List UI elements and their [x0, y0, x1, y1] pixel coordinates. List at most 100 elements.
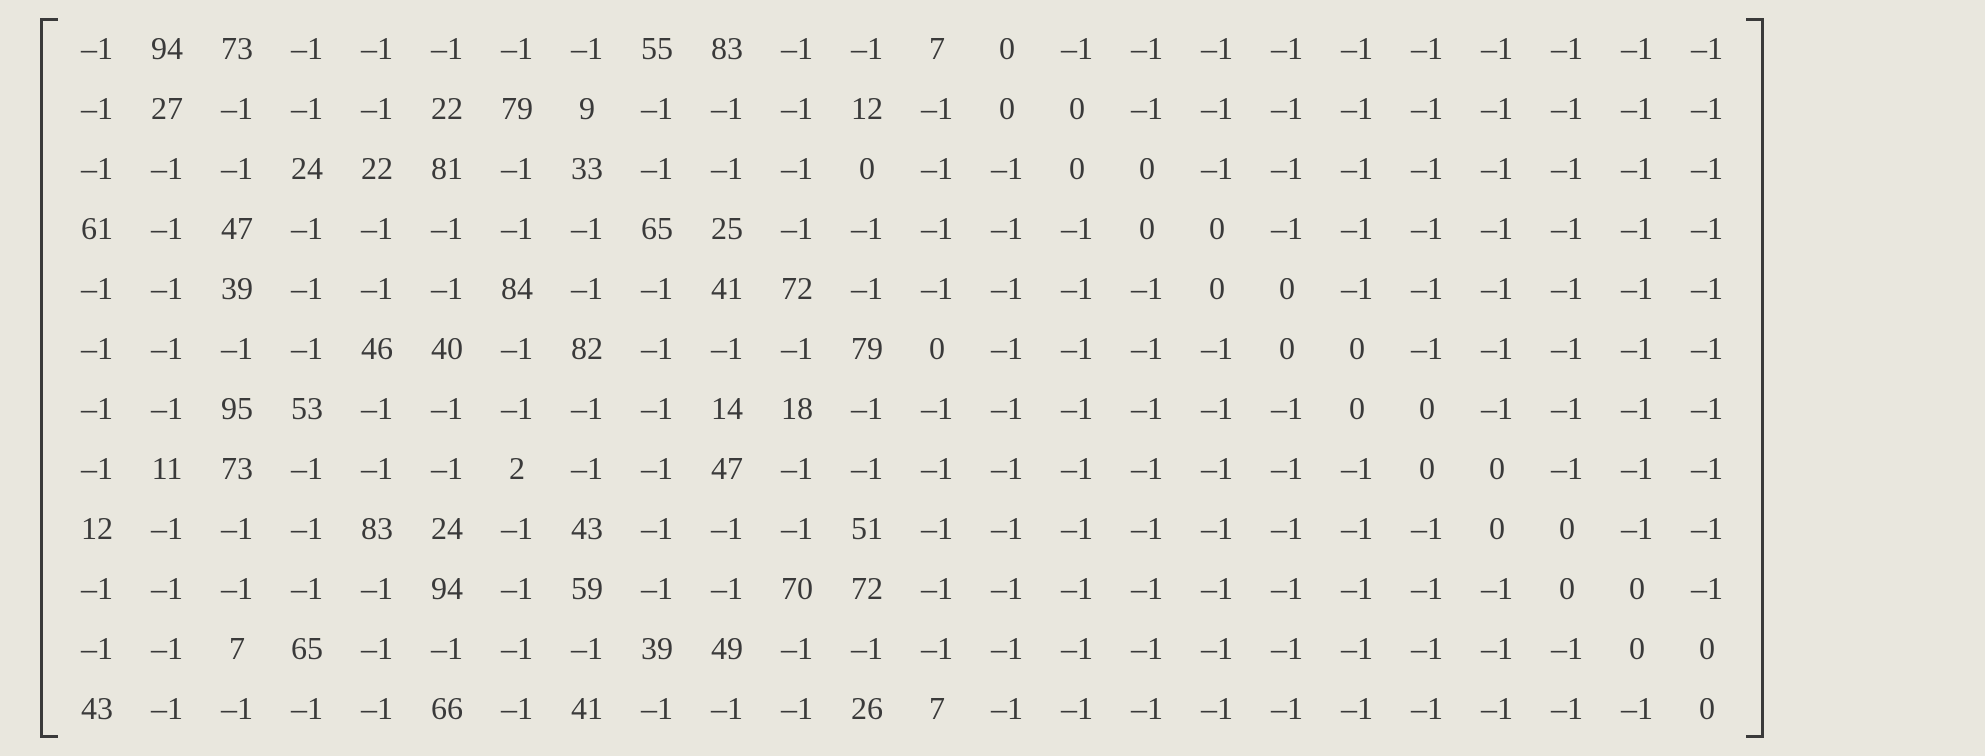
matrix-cell: 7 — [202, 618, 272, 678]
matrix-cell: 70 — [762, 558, 832, 618]
matrix-cell: 0 — [1392, 378, 1462, 438]
matrix-cell: 22 — [342, 138, 412, 198]
matrix-cell: –1 — [1672, 18, 1742, 78]
matrix-cell: –1 — [1112, 18, 1182, 78]
matrix-cell: –1 — [202, 138, 272, 198]
matrix-cell: –1 — [342, 78, 412, 138]
matrix-cell: –1 — [1462, 18, 1532, 78]
matrix-cell: 53 — [272, 378, 342, 438]
matrix-cell: –1 — [1252, 138, 1322, 198]
matrix-cell: –1 — [272, 18, 342, 78]
matrix-row: –1–1–1242281–133–1–1–10–1–100–1–1–1–1–1–… — [62, 138, 1742, 198]
matrix-cell: –1 — [62, 618, 132, 678]
matrix-cell: 61 — [62, 198, 132, 258]
matrix-row: –127–1–1–122799–1–1–112–100–1–1–1–1–1–1–… — [62, 78, 1742, 138]
matrix-cell: –1 — [1322, 558, 1392, 618]
matrix-cell: –1 — [762, 138, 832, 198]
matrix-cell: 47 — [202, 198, 272, 258]
matrix-cell: –1 — [62, 558, 132, 618]
matrix-cell: –1 — [972, 618, 1042, 678]
matrix-cell: –1 — [1672, 78, 1742, 138]
matrix-cell: –1 — [1252, 618, 1322, 678]
matrix-cell: –1 — [1602, 78, 1672, 138]
matrix-cell: 26 — [832, 678, 902, 738]
matrix-cell: –1 — [1042, 318, 1112, 378]
matrix-cell: –1 — [482, 618, 552, 678]
matrix-cell: 0 — [902, 318, 972, 378]
matrix-cell: 94 — [412, 558, 482, 618]
matrix-cell: 0 — [1602, 558, 1672, 618]
matrix-cell: –1 — [1112, 558, 1182, 618]
matrix-cell: –1 — [552, 438, 622, 498]
matrix-cell: 65 — [272, 618, 342, 678]
matrix-cell: –1 — [62, 258, 132, 318]
matrix-cell: 0 — [972, 78, 1042, 138]
matrix-cell: –1 — [1532, 618, 1602, 678]
matrix-cell: –1 — [1532, 198, 1602, 258]
matrix-cell: –1 — [1252, 198, 1322, 258]
matrix-cell: 0 — [1672, 678, 1742, 738]
matrix-cell: 40 — [412, 318, 482, 378]
matrix-cell: –1 — [412, 198, 482, 258]
matrix-cell: 0 — [1042, 138, 1112, 198]
matrix-cell: –1 — [272, 498, 342, 558]
matrix-cell: –1 — [692, 138, 762, 198]
matrix-cell: 25 — [692, 198, 762, 258]
matrix-cell: –1 — [1392, 78, 1462, 138]
matrix-cell: –1 — [1112, 378, 1182, 438]
matrix-cell: 49 — [692, 618, 762, 678]
matrix-cell: –1 — [482, 498, 552, 558]
matrix-cell: –1 — [1322, 258, 1392, 318]
matrix-cell: –1 — [1602, 18, 1672, 78]
left-bracket-icon — [40, 18, 62, 738]
matrix-cell: 83 — [342, 498, 412, 558]
matrix-cell: –1 — [1462, 678, 1532, 738]
matrix-cell: –1 — [132, 558, 202, 618]
matrix-cell: –1 — [622, 498, 692, 558]
matrix-cell: –1 — [762, 438, 832, 498]
matrix-cell: –1 — [62, 138, 132, 198]
matrix-cell: –1 — [1042, 378, 1112, 438]
matrix-cell: 14 — [692, 378, 762, 438]
matrix-cell: 0 — [832, 138, 902, 198]
matrix-cell: –1 — [902, 378, 972, 438]
matrix-cell: –1 — [1462, 78, 1532, 138]
matrix-cell: –1 — [1462, 618, 1532, 678]
matrix-cell: –1 — [1322, 18, 1392, 78]
matrix-cell: 79 — [482, 78, 552, 138]
matrix-cell: –1 — [1252, 18, 1322, 78]
matrix-cell: –1 — [342, 378, 412, 438]
matrix-cell: –1 — [832, 18, 902, 78]
matrix-cell: –1 — [1322, 438, 1392, 498]
matrix-cell: –1 — [132, 138, 202, 198]
matrix: –19473–1–1–1–1–15583–1–170–1–1–1–1–1–1–1… — [40, 18, 1985, 738]
matrix-cell: –1 — [342, 618, 412, 678]
matrix-cell: –1 — [1252, 678, 1322, 738]
matrix-cell: –1 — [1182, 558, 1252, 618]
matrix-cell: 18 — [762, 378, 832, 438]
matrix-cell: –1 — [622, 678, 692, 738]
matrix-cell: 7 — [902, 18, 972, 78]
matrix-cell: –1 — [902, 198, 972, 258]
matrix-cell: 0 — [1042, 78, 1112, 138]
matrix-cell: –1 — [972, 378, 1042, 438]
matrix-cell: –1 — [972, 258, 1042, 318]
matrix-cell: –1 — [412, 18, 482, 78]
matrix-cell: –1 — [692, 678, 762, 738]
matrix-cell: –1 — [1182, 318, 1252, 378]
matrix-cell: –1 — [1602, 318, 1672, 378]
matrix-cell: –1 — [1182, 498, 1252, 558]
matrix-cell: –1 — [622, 438, 692, 498]
matrix-cell: 0 — [1112, 198, 1182, 258]
matrix-cell: 33 — [552, 138, 622, 198]
matrix-cell: –1 — [1532, 78, 1602, 138]
matrix-cell: –1 — [622, 558, 692, 618]
matrix-cell: 0 — [1182, 198, 1252, 258]
matrix-cell: –1 — [482, 678, 552, 738]
matrix-cell: 73 — [202, 18, 272, 78]
matrix-cell: –1 — [1112, 618, 1182, 678]
matrix-cell: –1 — [832, 258, 902, 318]
matrix-cell: –1 — [272, 78, 342, 138]
matrix-cell: –1 — [1322, 198, 1392, 258]
matrix-cell: –1 — [552, 198, 622, 258]
